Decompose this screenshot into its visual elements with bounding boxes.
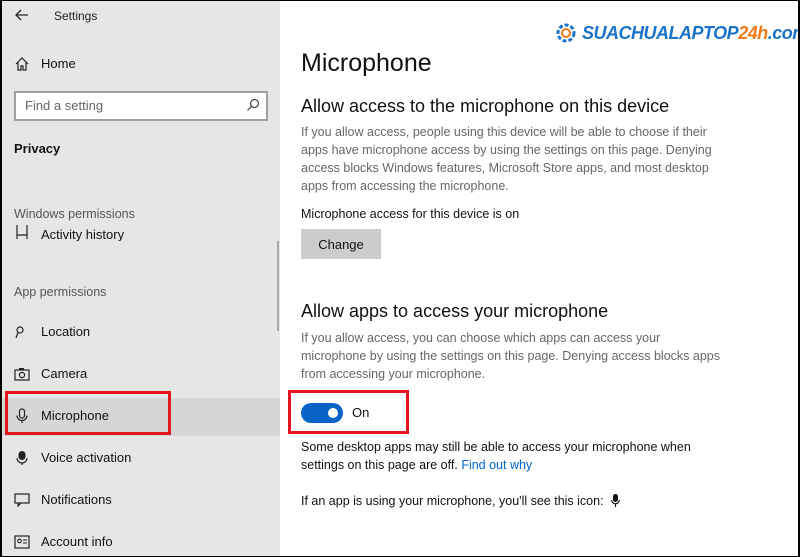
section-title: Privacy xyxy=(14,141,61,156)
nav-camera[interactable]: Camera xyxy=(2,356,280,394)
search-input[interactable]: Find a setting xyxy=(14,91,268,121)
account-info-icon xyxy=(13,533,31,551)
activity-history-icon xyxy=(13,223,31,241)
nav-account-info[interactable]: Account info xyxy=(2,524,280,556)
microphone-in-use-icon xyxy=(611,494,620,510)
title-bar: Settings xyxy=(2,1,280,31)
nav-location[interactable]: Location xyxy=(2,314,280,352)
voice-activation-label: Voice activation xyxy=(41,450,132,465)
account-info-label: Account info xyxy=(41,534,113,549)
sidebar: Settings Home Find a setting Privacy Win… xyxy=(2,1,280,556)
apps-section-description: If you allow access, you can choose whic… xyxy=(301,331,720,381)
find-out-why-link[interactable]: Find out why xyxy=(461,458,532,472)
microphone-highlight-box xyxy=(5,391,171,435)
watermark-accent: 24h xyxy=(738,23,768,43)
nav-home[interactable]: Home xyxy=(2,46,280,84)
apps-note: Some desktop apps may still be able to a… xyxy=(301,438,711,474)
device-access-status: Microphone access for this device is on xyxy=(301,207,520,221)
main-content: Microphone Allow access to the microphon… xyxy=(280,1,798,556)
location-icon xyxy=(13,323,31,341)
device-section-description: If you allow access, people using this d… xyxy=(301,125,712,193)
page-title: Microphone xyxy=(301,49,432,77)
home-label: Home xyxy=(41,56,76,71)
nav-activity-history[interactable]: Activity history xyxy=(2,219,280,241)
apps-section-heading: Allow apps to access your microphone xyxy=(301,301,609,321)
notifications-label: Notifications xyxy=(41,492,112,507)
icon-note-text: If an app is using your microphone, you'… xyxy=(301,494,604,508)
back-arrow-icon[interactable] xyxy=(14,7,34,25)
voice-activation-icon xyxy=(13,449,31,467)
watermark-suffix: .com xyxy=(767,23,798,43)
home-icon xyxy=(13,55,31,73)
window-title: Settings xyxy=(54,9,98,23)
gear-icon xyxy=(554,21,578,45)
settings-window: Settings Home Find a setting Privacy Win… xyxy=(2,1,798,556)
activity-history-label: Activity history xyxy=(41,227,125,241)
icon-note: If an app is using your microphone, you'… xyxy=(301,494,620,510)
nav-notifications[interactable]: Notifications xyxy=(2,482,280,520)
watermark-text: SUACHUALAPTOP24h.com xyxy=(582,23,798,44)
toggle-highlight-box xyxy=(288,390,409,434)
search-placeholder: Find a setting xyxy=(25,98,104,113)
app-permissions-label: App permissions xyxy=(14,285,107,299)
camera-label: Camera xyxy=(41,366,88,381)
device-section-heading: Allow access to the microphone on this d… xyxy=(301,96,670,116)
change-button[interactable]: Change xyxy=(301,229,381,259)
notifications-icon xyxy=(13,491,31,509)
nav-voice-activation[interactable]: Voice activation xyxy=(2,440,280,478)
camera-icon xyxy=(13,365,31,383)
search-icon[interactable] xyxy=(246,98,260,112)
location-label: Location xyxy=(41,324,91,339)
watermark-main: SUACHUALAPTOP xyxy=(582,23,739,43)
